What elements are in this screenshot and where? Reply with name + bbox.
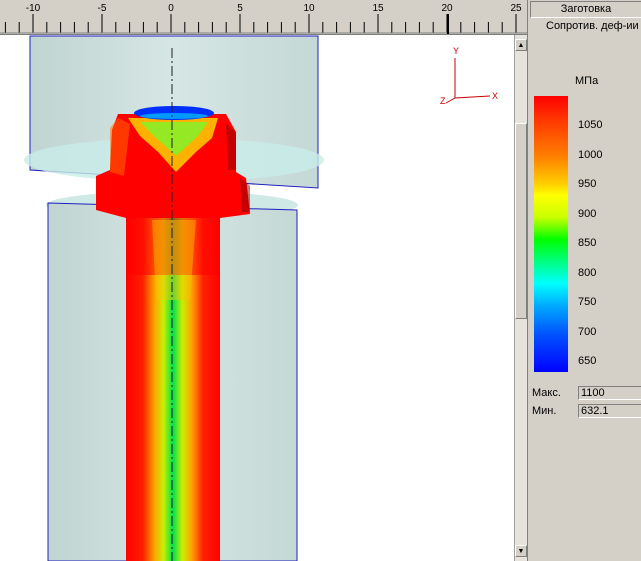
units-label: МПа xyxy=(575,75,599,87)
results-panel: Заготовка Сопротив. деф-ии МПа 1050 1000… xyxy=(527,0,641,561)
scale-tick: 1000 xyxy=(578,149,603,161)
tab-workpiece[interactable]: Заготовка xyxy=(530,1,641,18)
min-value-field: 632.1 xyxy=(578,404,641,418)
axis-x-label: X xyxy=(492,91,498,101)
ruler-label: 15 xyxy=(372,3,384,14)
vertical-scrollbar[interactable]: ▲ ▼ xyxy=(514,35,528,561)
max-label: Макс. xyxy=(532,387,561,399)
ruler-label: -5 xyxy=(98,3,107,14)
color-scale-bar xyxy=(534,96,568,372)
scroll-down-button[interactable]: ▼ xyxy=(515,545,527,557)
top-ruler: -10 -5 0 5 10 15 20 25 xyxy=(0,0,527,35)
forging-visualization: Y X Z xyxy=(24,35,498,561)
scale-tick: 750 xyxy=(578,296,597,308)
scale-tick: 950 xyxy=(578,178,597,190)
max-value-field: 1100 xyxy=(578,386,641,400)
axis-z-label: Z xyxy=(440,96,446,106)
ruler-label: -10 xyxy=(26,3,41,14)
scale-tick: 900 xyxy=(578,208,597,220)
scale-tick: 800 xyxy=(578,267,597,279)
axis-y-label: Y xyxy=(453,46,459,56)
ruler-label: 0 xyxy=(168,3,174,14)
scale-tick: 1050 xyxy=(578,119,603,131)
axis-triad: Y X Z xyxy=(440,46,498,106)
ruler-label: 25 xyxy=(510,3,522,14)
scale-tick: 850 xyxy=(578,237,597,249)
ruler-scale: -10 -5 0 5 10 15 20 25 xyxy=(0,3,527,34)
scale-tick: 650 xyxy=(578,355,597,367)
min-label: Мин. xyxy=(532,405,557,417)
ruler-label: 10 xyxy=(303,3,315,14)
scroll-up-button[interactable]: ▲ xyxy=(515,39,527,51)
scroll-thumb[interactable] xyxy=(515,123,527,319)
simulation-viewport[interactable]: Y X Z xyxy=(0,35,514,561)
ruler-label: 20 xyxy=(441,3,453,14)
ruler-label: 5 xyxy=(237,3,243,14)
scale-tick: 700 xyxy=(578,326,597,338)
result-variable-label: Сопротив. деф-ии xyxy=(546,20,639,32)
